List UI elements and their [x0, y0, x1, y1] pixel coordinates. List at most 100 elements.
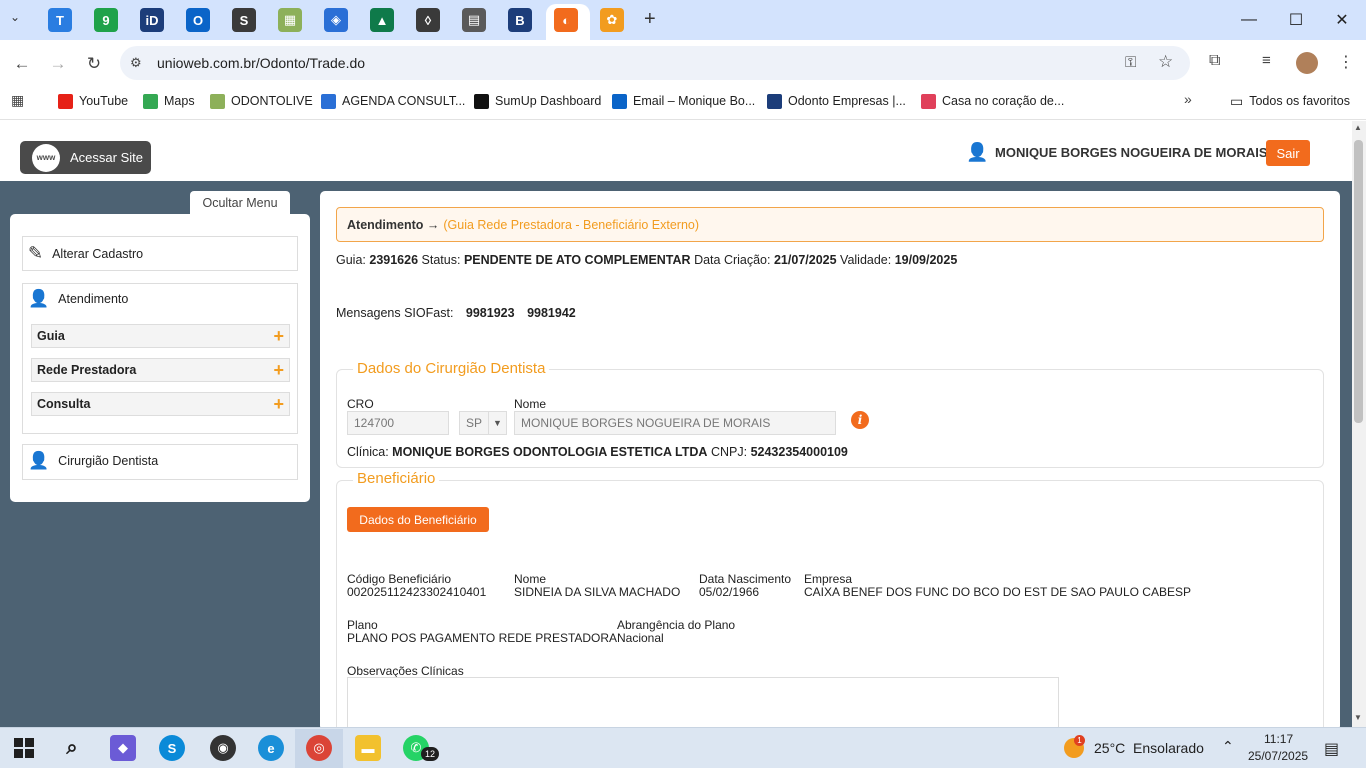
bookmark-item[interactable]: Email – Monique Bo...	[612, 92, 755, 110]
more-bookmarks-chevron-icon[interactable]: »	[1184, 91, 1192, 107]
weather-text[interactable]: 25°C Ensolarado	[1094, 740, 1204, 756]
scope-value: Nacional	[617, 631, 664, 645]
bookmark-item[interactable]: Odonto Empresas |...	[767, 92, 906, 110]
back-arrow-icon[interactable]: ←	[10, 52, 34, 76]
windows-start-icon[interactable]	[14, 738, 34, 758]
logged-user-name: MONIQUE BORGES NOGUEIRA DE MORAIS	[995, 145, 1268, 160]
tab-search-chevron-icon[interactable]: ⌄	[10, 10, 20, 24]
profile-avatar[interactable]	[1296, 52, 1318, 74]
siofast-messages-line: Mensagens SIOFast: 9981923 9981942	[336, 306, 576, 320]
skype-icon[interactable]: S	[159, 735, 185, 761]
edit-profile-label: Alterar Cadastro	[52, 246, 144, 261]
sumup-icon	[474, 93, 489, 109]
guide-label: Guia:	[336, 253, 366, 267]
url-text[interactable]: unioweb.com.br/Odonto/Trade.do	[157, 55, 365, 71]
chart-icon[interactable]: ▤	[462, 8, 486, 32]
clock-date[interactable]: 25/07/2025	[1248, 749, 1308, 763]
blocks-icon[interactable]: ▦	[278, 8, 302, 32]
dentist-name-input[interactable]: MONIQUE BORGES NOGUEIRA DE MORAIS	[514, 411, 836, 435]
b-logo-icon[interactable]: B	[508, 8, 532, 32]
uf-select[interactable]: SP ▼	[459, 411, 507, 435]
bookmark-star-icon[interactable]: ☆	[1158, 52, 1173, 72]
s-script-icon[interactable]: S	[232, 8, 256, 32]
close-window-icon[interactable]: ✕	[1319, 8, 1365, 32]
apps-grid-icon[interactable]: ▦	[11, 92, 24, 109]
new-tab-plus-icon[interactable]: +	[644, 8, 656, 31]
attendance-label: Atendimento	[58, 292, 129, 306]
beneficiary-data-button[interactable]: Dados do Beneficiário	[347, 507, 489, 532]
bookmark-item[interactable]: YouTube	[58, 92, 128, 110]
dentist-legend: Dados do Cirurgião Dentista	[353, 360, 550, 377]
sidebar-item-guia[interactable]: Guia +	[31, 324, 290, 348]
created-date: 21/07/2025	[773, 253, 837, 267]
bookmark-item[interactable]: ODONTOLIVE	[210, 92, 313, 110]
attendance-heading[interactable]: 👤 Atendimento	[28, 289, 128, 309]
hide-menu-tab[interactable]: Ocultar Menu	[190, 191, 290, 214]
browser-menu-icon[interactable]: ⋮	[1338, 52, 1354, 72]
clock-time[interactable]: 11:17	[1264, 732, 1293, 746]
clinic-line: Clínica: MONIQUE BORGES ODONTOLOGIA ESTE…	[347, 445, 848, 459]
shield-icon[interactable]: ◈	[324, 8, 348, 32]
swirl-icon[interactable]: ◐	[554, 8, 578, 32]
media-app-icon[interactable]: ◉	[210, 735, 236, 761]
search-icon[interactable]: ⌕	[59, 735, 85, 761]
bookmark-label: Email – Monique Bo...	[633, 94, 756, 108]
message-code[interactable]: 9981942	[527, 306, 576, 320]
logout-button[interactable]: Sair	[1266, 140, 1310, 166]
guia-label: Guia	[37, 329, 65, 343]
edge-icon[interactable]: e	[258, 735, 284, 761]
cro-input[interactable]: 124700	[347, 411, 449, 435]
bookmark-label: Maps	[164, 94, 195, 108]
attendance-person-icon: 👤	[28, 289, 50, 308]
reload-icon[interactable]: ↻	[82, 52, 106, 76]
whatsapp-badge: 12	[421, 747, 439, 761]
breadcrumb: Atendimento → (Guia Rede Prestadora - Be…	[336, 207, 1324, 242]
dentist-link[interactable]: 👤 Cirurgião Dentista	[28, 451, 158, 471]
folder-icon: ▭	[1230, 92, 1244, 109]
tooth-icon[interactable]: T	[48, 8, 72, 32]
site-settings-icon[interactable]: ⚙	[130, 55, 142, 71]
bookmark-item[interactable]: Maps	[143, 92, 195, 110]
tray-chevron-up-icon[interactable]: ⌃	[1222, 738, 1234, 755]
odontolive-icon	[210, 93, 225, 109]
maps-icon	[143, 93, 158, 109]
notifications-icon[interactable]: ▤	[1324, 739, 1339, 759]
bookmark-item[interactable]: SumUp Dashboard	[474, 92, 601, 110]
message-code[interactable]: 9981923	[466, 306, 515, 320]
scrollbar-thumb[interactable]	[1354, 140, 1363, 423]
breadcrumb-sub: (Guia Rede Prestadora - Beneficiário Ext…	[443, 217, 700, 232]
maximize-icon[interactable]: ☐	[1273, 8, 1319, 32]
all-bookmarks-folder[interactable]: ▭ Todos os favoritos	[1230, 92, 1350, 110]
password-key-icon[interactable]: ⚿	[1125, 54, 1136, 71]
edit-profile-link[interactable]: ✎ Alterar Cadastro	[28, 243, 143, 264]
access-site-button[interactable]: www Acessar Site	[20, 141, 151, 174]
bookmark-label: ODONTOLIVE	[231, 94, 313, 108]
sidebar-item-rede-prestadora[interactable]: Rede Prestadora +	[31, 358, 290, 382]
valid-date: 19/09/2025	[894, 253, 958, 267]
media-control-icon[interactable]: ≡	[1262, 52, 1271, 69]
scroll-up-icon[interactable]: ▲	[1354, 123, 1362, 132]
extensions-icon[interactable]: ⧉	[1209, 52, 1220, 70]
guide-number: 2391626	[369, 253, 419, 267]
nine-icon[interactable]: 9	[94, 8, 118, 32]
chrome-icon[interactable]: ◎	[306, 735, 332, 761]
copilot-icon[interactable]: ◆	[110, 735, 136, 761]
bookmark-item[interactable]: Casa no coração de...	[921, 92, 1064, 110]
flower-icon[interactable]: ✿	[600, 8, 624, 32]
tooth-outline-icon[interactable]: ◊	[416, 8, 440, 32]
beneficiary-name-value: SIDNEIA DA SILVA MACHADO	[514, 585, 681, 599]
expand-plus-icon: +	[273, 360, 284, 380]
file-explorer-icon[interactable]: ▬	[355, 735, 381, 761]
outlook-icon[interactable]: O	[186, 8, 210, 32]
bookmark-item[interactable]: AGENDA CONSULT...	[321, 92, 465, 110]
forward-arrow-icon[interactable]: →	[46, 52, 70, 76]
scroll-down-icon[interactable]: ▼	[1354, 713, 1362, 722]
sidebar-item-consulta[interactable]: Consulta +	[31, 392, 290, 416]
cnpj-value: 52432354000109	[750, 445, 848, 459]
building-icon[interactable]: ▲	[370, 8, 394, 32]
rede-prestadora-label: Rede Prestadora	[37, 363, 137, 377]
bookmark-label: AGENDA CONSULT...	[342, 94, 466, 108]
info-icon[interactable]: i	[851, 411, 869, 429]
idoc-icon[interactable]: iD	[140, 8, 164, 32]
minimize-icon[interactable]: —	[1226, 8, 1272, 32]
